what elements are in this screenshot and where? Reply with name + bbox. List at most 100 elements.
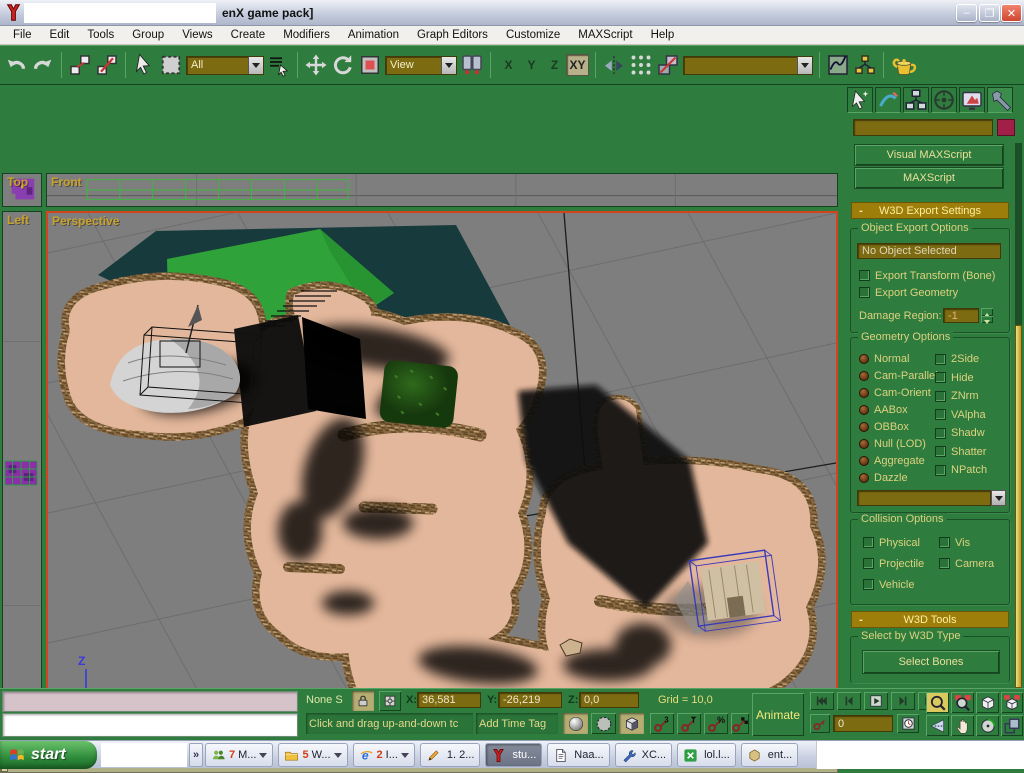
checkbox-box[interactable]	[935, 372, 946, 383]
zoom-extents-button[interactable]	[976, 692, 999, 713]
geometry-dropdown[interactable]	[857, 490, 991, 506]
add-time-tag[interactable]: Add Time Tag	[476, 713, 558, 734]
redo-icon[interactable]	[31, 53, 55, 77]
current-frame-field[interactable]: 0	[833, 715, 893, 732]
collision-checkbox[interactable]: Vehicle	[863, 576, 939, 593]
taskbar-item[interactable]: XC...	[615, 743, 672, 767]
play-button[interactable]	[864, 692, 888, 710]
edged-mode-button[interactable]	[591, 713, 616, 734]
menu-item[interactable]: Tools	[78, 28, 123, 42]
selection-filter-dropdown[interactable]: All	[186, 56, 264, 75]
geometry-radio[interactable]: Aggregate	[859, 452, 938, 469]
radio-dot[interactable]	[859, 388, 869, 398]
curve-editor-icon[interactable]	[826, 53, 850, 77]
geometry-checkbox[interactable]: VAlpha	[935, 406, 987, 425]
named-selection-dropdown[interactable]	[683, 56, 813, 75]
collision-checkbox[interactable]: Camera	[939, 555, 1005, 572]
zoom-button[interactable]	[926, 692, 949, 713]
radio-dot[interactable]	[859, 473, 869, 483]
minmax-toggle-button[interactable]	[1001, 715, 1023, 736]
geometry-radio[interactable]: Dazzle	[859, 469, 938, 486]
taskbar-item[interactable]: e 2 I...	[353, 743, 415, 767]
panel-scrollbar[interactable]	[1015, 143, 1022, 688]
export-option-checkbox[interactable]: Export Geometry	[859, 284, 995, 301]
utility-script-field[interactable]	[853, 119, 993, 136]
damage-region-spinner[interactable]	[981, 308, 993, 323]
align-icon[interactable]	[656, 53, 680, 77]
mirror-icon[interactable]	[602, 53, 626, 77]
checkbox-box[interactable]	[863, 537, 874, 548]
key-mode-filter-button[interactable]	[677, 713, 701, 734]
geometry-checkbox[interactable]: NPatch	[935, 461, 987, 480]
menu-item[interactable]: Modifiers	[274, 28, 339, 42]
viewport-top[interactable]: Top	[2, 173, 42, 207]
region-icon[interactable]	[159, 53, 183, 77]
pan-button[interactable]	[951, 715, 974, 736]
taskbar-item[interactable]: Naa...	[547, 743, 609, 767]
geometry-radio[interactable]: OBBox	[859, 418, 938, 435]
use-pivot-icon[interactable]	[460, 53, 484, 77]
selected-object-field[interactable]: No Object Selected	[857, 243, 1001, 259]
fov-button[interactable]	[926, 715, 949, 736]
viewport-perspective[interactable]: Z Y X Perspective	[46, 211, 838, 730]
zoom-all-button[interactable]	[951, 692, 974, 713]
taskbar-item-menu-arrow[interactable]	[401, 753, 409, 762]
radio-dot[interactable]	[859, 371, 869, 381]
taskbar-item[interactable]: 5 W...	[278, 743, 347, 767]
viewport-left[interactable]: Left	[2, 211, 42, 743]
start-button[interactable]: start	[0, 741, 97, 769]
modify-tab-icon[interactable]	[875, 87, 901, 113]
geometry-radio[interactable]: Cam-Orient	[859, 384, 938, 401]
geometry-checkbox[interactable]: Shatter	[935, 443, 987, 462]
export-option-checkbox[interactable]: Export Transform (Bone)	[859, 267, 995, 284]
checkbox-box[interactable]	[935, 409, 946, 420]
key-mode-steps-button[interactable]	[731, 713, 749, 734]
display-tab-icon[interactable]	[959, 87, 985, 113]
maxscript-button[interactable]: MAXScript	[855, 168, 1003, 188]
menu-item[interactable]: Group	[123, 28, 173, 42]
checkbox-box[interactable]	[863, 579, 874, 590]
render-teapot-icon[interactable]	[890, 51, 918, 79]
geometry-dropdown-arrow[interactable]	[991, 490, 1006, 506]
geometry-radio[interactable]: Cam-Parallel	[859, 367, 938, 384]
select-bones-button[interactable]: Select Bones	[863, 651, 999, 673]
absolute-offset-button[interactable]	[379, 691, 401, 711]
taskbar-item[interactable]: ent...	[741, 743, 798, 767]
key-mode-3-button[interactable]: 3	[650, 713, 674, 734]
shaded-mode-button[interactable]	[563, 713, 588, 734]
set-key-button[interactable]	[810, 714, 830, 733]
checkbox-box[interactable]	[863, 558, 874, 569]
taskbar-item-menu-arrow[interactable]	[259, 753, 267, 762]
geometry-radio[interactable]: AABox	[859, 401, 938, 418]
w3d-export-rollout[interactable]: - W3D Export Settings	[851, 202, 1009, 219]
hierarchy-tab-icon[interactable]	[903, 87, 929, 113]
viewport-front[interactable]: Front	[46, 173, 838, 207]
geometry-radio[interactable]: Null (LOD)	[859, 435, 938, 452]
menu-item[interactable]: Help	[642, 28, 684, 42]
degradation-button[interactable]	[619, 713, 644, 734]
geometry-checkbox[interactable]: Hide	[935, 369, 987, 388]
create-tab-icon[interactable]	[847, 87, 873, 113]
w3d-tools-rollout[interactable]: - W3D Tools	[851, 611, 1009, 628]
taskbar-item[interactable]: 1. 2...	[420, 743, 481, 767]
minimize-button[interactable]: –	[956, 4, 977, 22]
scale-icon[interactable]	[358, 53, 382, 77]
geometry-checkbox[interactable]: Shadw	[935, 424, 987, 443]
maxscript-mini-listener-white[interactable]	[2, 713, 298, 737]
prev-frame-button[interactable]	[837, 692, 861, 710]
menu-item[interactable]: Edit	[41, 28, 79, 42]
move-icon[interactable]	[304, 53, 328, 77]
menu-item[interactable]: Create	[222, 28, 275, 42]
radio-dot[interactable]	[859, 456, 869, 466]
checkbox-box[interactable]	[939, 558, 950, 569]
menu-item[interactable]: Views	[173, 28, 221, 42]
taskbar-item-menu-arrow[interactable]	[334, 753, 342, 762]
checkbox-box[interactable]	[859, 287, 870, 298]
z-coord-field[interactable]: 0,0	[579, 692, 639, 708]
arc-rotate-button[interactable]	[976, 715, 999, 736]
time-config-button[interactable]	[897, 714, 919, 733]
checkbox-box[interactable]	[935, 465, 946, 476]
axis-constraint-button[interactable]: Z	[543, 54, 566, 76]
close-button[interactable]: ✕	[1001, 4, 1022, 22]
checkbox-box[interactable]	[935, 428, 946, 439]
